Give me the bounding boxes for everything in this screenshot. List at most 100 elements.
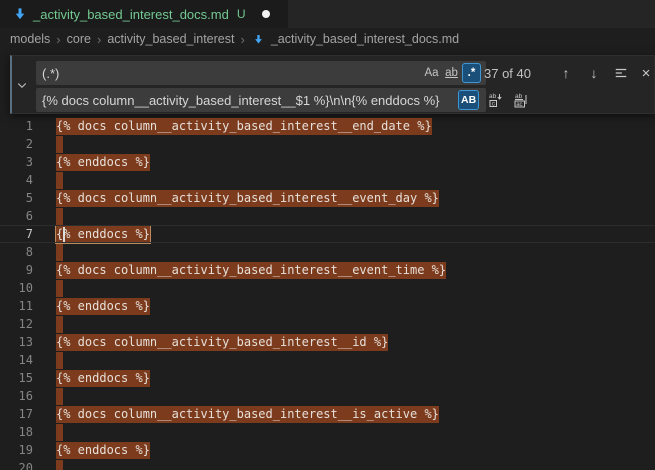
line-number: 8 — [0, 243, 33, 261]
search-match-highlight-empty — [56, 280, 63, 297]
line-content[interactable]: {% docs column__activity_based_interest_… — [56, 333, 388, 351]
code-line[interactable]: 18 — [0, 423, 655, 441]
code-line[interactable]: 14 — [0, 351, 655, 369]
preserve-case-option[interactable]: AB — [458, 90, 479, 110]
line-number: 1 — [0, 117, 33, 135]
search-match-highlight: {% docs column__activity_based_interest_… — [56, 262, 446, 279]
next-match-button[interactable]: ↓ — [584, 63, 604, 83]
code-editor[interactable]: 1 {% docs column__activity_based_interest… — [0, 117, 655, 470]
previous-match-button[interactable]: ↑ — [556, 63, 576, 83]
line-number: 4 — [0, 171, 33, 189]
search-match-highlight-empty — [56, 244, 63, 261]
search-match-highlight-empty — [56, 424, 63, 441]
breadcrumb-item-file[interactable]: _activity_based_interest_docs.md — [271, 32, 459, 46]
regex-option[interactable]: .* — [462, 63, 481, 83]
code-line[interactable]: 17{% docs column__activity_based_interes… — [0, 405, 655, 423]
match-case-option[interactable]: Aa — [422, 63, 441, 83]
line-content[interactable] — [56, 315, 63, 333]
line-number: 12 — [0, 315, 33, 333]
code-line[interactable]: 5 {% docs column__activity_based_interest… — [0, 189, 655, 207]
line-number: 20 — [0, 459, 33, 470]
line-number: 19 — [0, 441, 33, 459]
current-search-match: {% enddocs %} — [56, 226, 150, 243]
line-content[interactable]: {% docs column__activity_based_interest_… — [56, 405, 439, 423]
markdown-file-icon — [13, 7, 27, 21]
search-match-highlight: {% docs column__activity_based_interest_… — [56, 406, 439, 423]
line-content[interactable]: {% enddocs %} — [56, 369, 150, 387]
code-line[interactable]: 10 — [0, 279, 655, 297]
breadcrumb-item-folder[interactable]: activity_based_interest — [107, 32, 234, 46]
line-number: 13 — [0, 333, 33, 351]
line-content[interactable]: {% enddocs %} — [56, 225, 150, 243]
unsaved-dot-icon[interactable] — [262, 10, 270, 18]
chevron-right-icon: › — [97, 32, 101, 47]
search-match-highlight: {% enddocs %} — [56, 442, 150, 459]
svg-text:ab: ab — [489, 93, 497, 100]
line-content[interactable] — [56, 207, 63, 225]
code-line[interactable]: 11{% enddocs %} — [0, 297, 655, 315]
code-line[interactable]: 13 {% docs column__activity_based_interes… — [0, 333, 655, 351]
code-line[interactable]: 20 — [0, 459, 655, 470]
line-number: 7 — [0, 225, 33, 243]
breadcrumb-item-core[interactable]: core — [67, 32, 91, 46]
line-content[interactable] — [56, 351, 63, 369]
line-content[interactable] — [56, 243, 63, 261]
search-match-highlight-empty — [56, 172, 63, 189]
toggle-replace-chevron-icon[interactable] — [14, 77, 30, 93]
code-line[interactable]: 2 — [0, 135, 655, 153]
search-match-highlight-empty — [56, 316, 63, 333]
line-number: 18 — [0, 423, 33, 441]
chevron-right-icon: › — [240, 32, 244, 47]
code-line[interactable]: 16 — [0, 387, 655, 405]
line-content[interactable] — [56, 459, 63, 470]
code-line[interactable]: 15{% enddocs %} — [0, 369, 655, 387]
breadcrumb-item-models[interactable]: models — [10, 32, 50, 46]
find-in-selection-button[interactable] — [611, 63, 631, 83]
search-match-highlight: {% docs column__activity_based_interest_… — [56, 190, 439, 207]
chevron-right-icon: › — [56, 32, 60, 47]
line-content[interactable]: {% enddocs %} — [56, 441, 150, 459]
line-content[interactable] — [56, 279, 63, 297]
line-content[interactable] — [56, 387, 63, 405]
whole-word-option[interactable]: ab — [442, 63, 461, 83]
line-content[interactable]: {% docs column__activity_based_interest_… — [56, 189, 439, 207]
line-number: 5 — [0, 189, 33, 207]
tab-title: _activity_based_interest_docs.md — [33, 7, 229, 22]
code-line[interactable]: 9{% docs column__activity_based_interest… — [0, 261, 655, 279]
line-number: 6 — [0, 207, 33, 225]
replace-all-button[interactable]: ab ac — [511, 90, 531, 110]
line-content[interactable] — [56, 423, 63, 441]
search-match-highlight-empty — [56, 352, 63, 369]
code-line[interactable]: 6 — [0, 207, 655, 225]
match-count: 37 of 40 — [484, 61, 531, 85]
search-match-highlight-empty — [56, 136, 63, 153]
line-content[interactable]: {% docs column__activity_based_interest_… — [56, 261, 446, 279]
replace-button[interactable]: ab c — [486, 90, 506, 110]
code-line[interactable]: 7 {% enddocs %} — [0, 225, 655, 243]
search-match-highlight-empty — [56, 208, 63, 225]
code-line[interactable]: 19 {% enddocs %} — [0, 441, 655, 459]
code-line[interactable]: 8 — [0, 243, 655, 261]
line-number: 16 — [0, 387, 33, 405]
search-match-highlight: {% enddocs %} — [56, 298, 150, 315]
editor-tab[interactable]: _activity_based_interest_docs.md U — [0, 0, 288, 28]
line-number: 3 — [0, 153, 33, 171]
line-content[interactable] — [56, 135, 63, 153]
close-widget-button[interactable]: × — [636, 63, 655, 83]
code-line[interactable]: 3 {% enddocs %} — [0, 153, 655, 171]
code-line[interactable]: 12 — [0, 315, 655, 333]
find-replace-widget: Aa ab .* 37 of 40 ↑ ↓ × AB ab c ab ac — [10, 55, 655, 114]
line-content[interactable]: {% enddocs %} — [56, 153, 150, 171]
markdown-file-icon — [253, 34, 264, 45]
code-line[interactable]: 4 — [0, 171, 655, 189]
replace-input[interactable] — [36, 88, 486, 112]
code-line[interactable]: 1 {% docs column__activity_based_interest… — [0, 117, 655, 135]
line-number: 2 — [0, 135, 33, 153]
breadcrumb: models › core › activity_based_interest … — [0, 28, 655, 50]
find-input[interactable] — [36, 61, 486, 85]
line-content[interactable]: {% enddocs %} — [56, 297, 150, 315]
line-content[interactable] — [56, 171, 63, 189]
line-content[interactable]: {% docs column__activity_based_interest_… — [56, 117, 432, 135]
svg-text:ab: ab — [515, 93, 523, 100]
tab-bar: _activity_based_interest_docs.md U — [0, 0, 655, 28]
